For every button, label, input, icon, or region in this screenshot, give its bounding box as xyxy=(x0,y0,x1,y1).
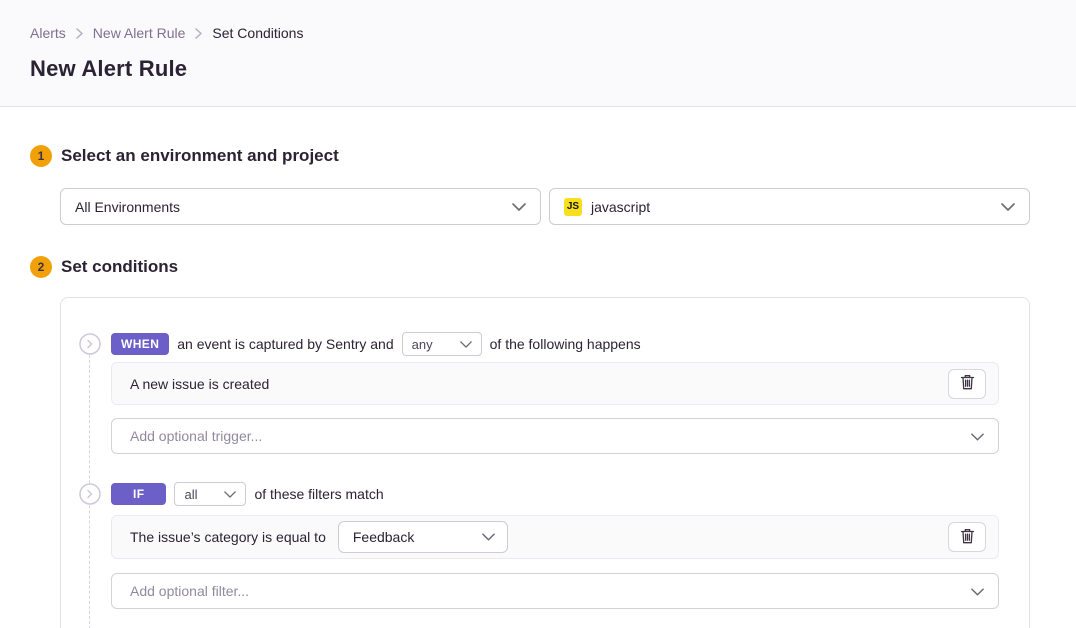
environment-select-value: All Environments xyxy=(75,199,180,215)
page-title: New Alert Rule xyxy=(30,56,1046,82)
when-text-before: an event is captured by Sentry and xyxy=(177,336,393,352)
section-conditions-header: 2 Set conditions xyxy=(30,256,1076,278)
filter-rule-label: The issue’s category is equal to xyxy=(130,529,326,545)
javascript-platform-icon: JS xyxy=(564,198,582,216)
step-1-badge: 1 xyxy=(30,145,52,167)
chevron-down-icon xyxy=(1001,203,1015,211)
trash-icon xyxy=(960,374,975,393)
section-environment-title: Select an environment and project xyxy=(61,146,339,166)
environment-select[interactable]: All Environments xyxy=(60,188,541,225)
breadcrumb-separator-icon xyxy=(76,28,83,39)
page-header: Alerts New Alert Rule Set Conditions New… xyxy=(0,0,1076,107)
when-match-select[interactable]: any xyxy=(402,332,482,356)
project-select-value: javascript xyxy=(591,199,650,215)
trash-icon xyxy=(960,528,975,547)
trigger-rule-label: A new issue is created xyxy=(130,376,269,392)
add-optional-filter-placeholder: Add optional filter... xyxy=(130,583,249,599)
trigger-rule-row: A new issue is created xyxy=(111,362,999,405)
filter-rule-row: The issue’s category is equal to Feedbac… xyxy=(111,515,999,559)
chevron-down-icon xyxy=(971,428,984,444)
breadcrumb-separator-icon xyxy=(195,28,202,39)
filter-category-select[interactable]: Feedback xyxy=(338,521,508,553)
section-environment-header: 1 Select an environment and project xyxy=(30,145,1076,167)
conditions-card: WHEN an event is captured by Sentry and … xyxy=(60,297,1030,628)
breadcrumb-item-alerts[interactable]: Alerts xyxy=(30,25,66,41)
filter-category-select-value: Feedback xyxy=(353,529,414,545)
if-badge: IF xyxy=(111,483,166,505)
section-conditions-title: Set conditions xyxy=(61,257,178,277)
breadcrumb-item-set-conditions: Set Conditions xyxy=(212,25,303,41)
add-optional-filter-select[interactable]: Add optional filter... xyxy=(111,573,999,609)
when-badge: WHEN xyxy=(111,333,169,355)
delete-trigger-button[interactable] xyxy=(948,369,986,399)
when-step-chevron-circle-icon xyxy=(79,333,101,355)
if-match-select-value: all xyxy=(184,487,197,502)
add-optional-trigger-placeholder: Add optional trigger... xyxy=(130,428,262,444)
if-step-chevron-circle-icon xyxy=(79,483,101,505)
environment-project-row: All Environments JS javascript xyxy=(60,188,1030,225)
add-optional-trigger-select[interactable]: Add optional trigger... xyxy=(111,418,999,454)
chevron-down-icon xyxy=(512,203,526,211)
breadcrumb: Alerts New Alert Rule Set Conditions xyxy=(30,25,1046,41)
chevron-down-icon xyxy=(971,583,984,599)
if-match-select[interactable]: all xyxy=(174,482,246,506)
main-content: 1 Select an environment and project All … xyxy=(0,107,1076,628)
breadcrumb-item-new-alert-rule[interactable]: New Alert Rule xyxy=(93,25,186,41)
project-select[interactable]: JS javascript xyxy=(549,188,1030,225)
if-condition-line: IF all of these filters match xyxy=(111,483,999,505)
if-text-after: of these filters match xyxy=(254,486,383,502)
step-2-badge: 2 xyxy=(30,256,52,278)
when-text-after: of the following happens xyxy=(490,336,641,352)
when-match-select-value: any xyxy=(412,337,433,352)
delete-filter-button[interactable] xyxy=(948,522,986,552)
when-condition-line: WHEN an event is captured by Sentry and … xyxy=(111,333,999,355)
